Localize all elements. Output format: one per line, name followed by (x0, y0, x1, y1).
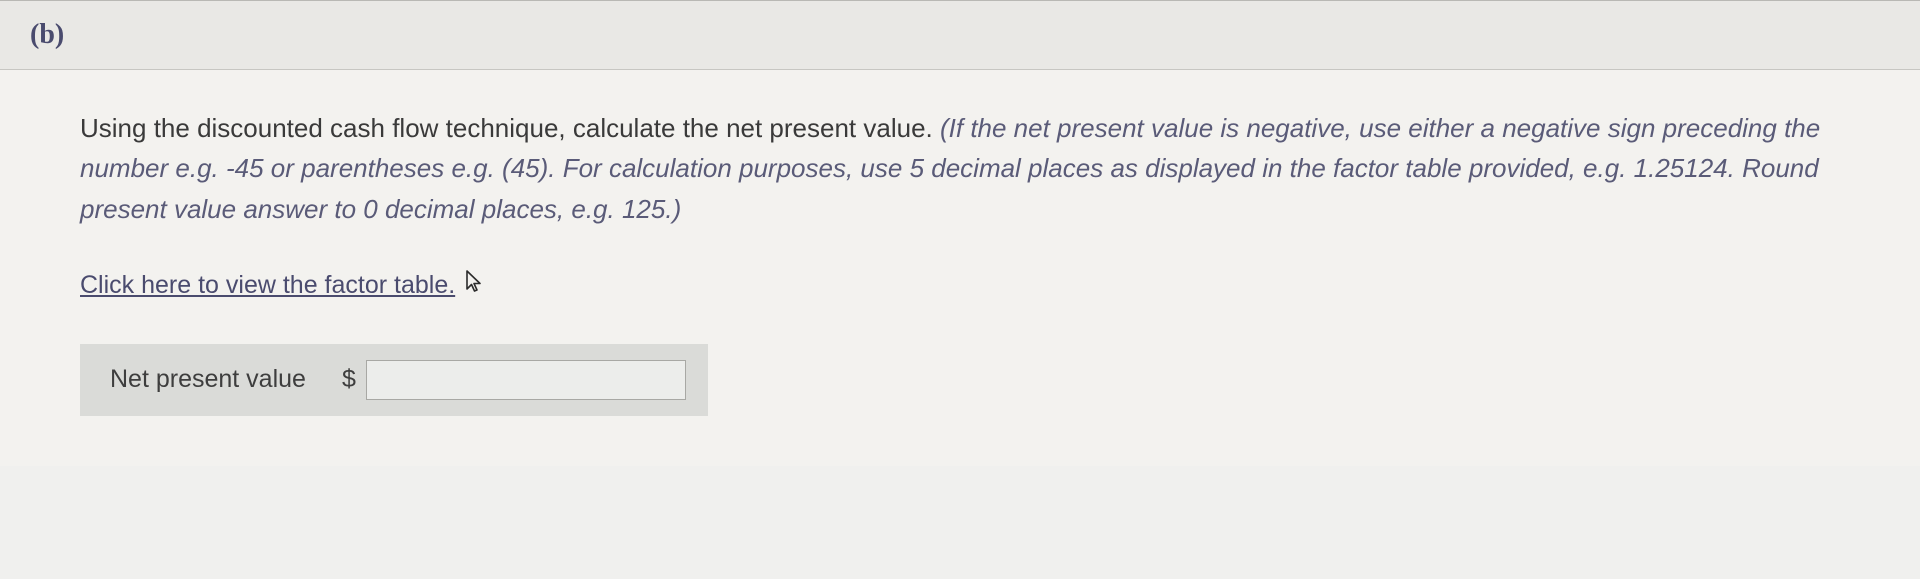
factor-table-link-row: Click here to view the factor table. (80, 271, 1840, 300)
question-lead: Using the discounted cash flow technique… (80, 113, 940, 143)
answer-row: Net present value $ (80, 344, 708, 416)
part-label: (b) (30, 19, 64, 50)
question-body: Using the discounted cash flow technique… (0, 70, 1920, 466)
factor-table-link[interactable]: Click here to view the factor table. (80, 271, 455, 299)
currency-symbol: $ (342, 365, 356, 394)
cursor-icon (464, 269, 484, 300)
answer-label: Net present value (110, 365, 306, 394)
question-page: (b) Using the discounted cash flow techn… (0, 0, 1920, 466)
question-text: Using the discounted cash flow technique… (80, 108, 1840, 229)
part-header: (b) (0, 1, 1920, 70)
net-present-value-input[interactable] (366, 360, 686, 400)
